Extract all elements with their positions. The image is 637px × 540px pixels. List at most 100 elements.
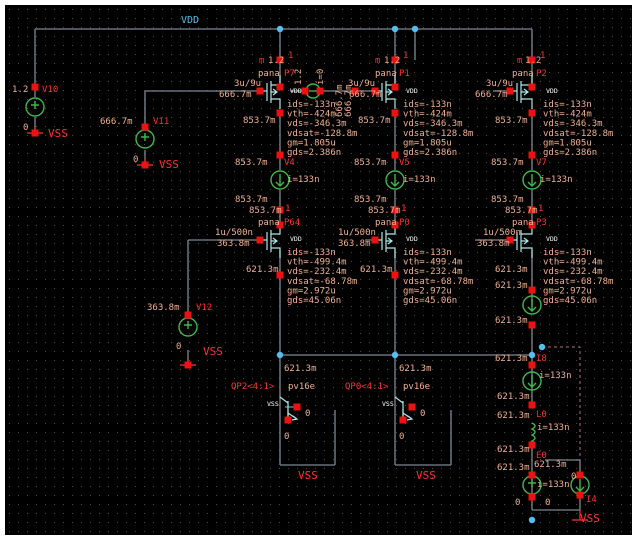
pin-46[interactable] <box>408 403 416 411</box>
p1-mval: 1.2 <box>384 56 400 66</box>
p2-model: pana <box>512 69 534 79</box>
pin-2[interactable] <box>141 123 149 131</box>
pin-44[interactable] <box>293 403 301 411</box>
pin-7[interactable] <box>276 83 284 91</box>
junction-dot-3 <box>276 351 284 359</box>
pin-26[interactable] <box>528 286 536 294</box>
op-p2-line-5: gds=2.386n <box>543 148 597 158</box>
pin-45[interactable] <box>284 416 292 424</box>
p2-vg: 666.7m <box>475 90 508 100</box>
p0-vg: 363.8m <box>338 239 371 249</box>
l0-current: i=133n <box>537 423 570 433</box>
junction-dot-2 <box>411 25 419 33</box>
pin-21[interactable] <box>528 83 536 91</box>
op-p0-line-4: gm=2.972u <box>403 286 452 296</box>
p7-model: pana <box>258 69 280 79</box>
op-p7-line-1: vth=-424m <box>287 110 336 120</box>
op-p0-line-1: vth=-499.4m <box>403 258 463 268</box>
op-p0-line-3: vdsat=-68.78m <box>403 277 473 287</box>
v12-name: V12 <box>196 303 212 313</box>
bus-v-b: 621.3m <box>495 354 528 364</box>
qp0-model: pv16e <box>403 382 430 392</box>
pin-15[interactable] <box>391 109 399 117</box>
p2-name: P2 <box>536 69 547 79</box>
e0-neg: 0 <box>515 498 520 508</box>
p7-vg: 666.7m <box>219 90 252 100</box>
op-p3-line-4: gm=2.972u <box>543 286 592 296</box>
junction-dot-6 <box>538 343 546 351</box>
p64-wl: 1u/500n <box>215 228 253 238</box>
pin-22[interactable] <box>528 109 536 117</box>
pin-1[interactable] <box>31 129 39 137</box>
pin-29[interactable] <box>316 87 324 95</box>
pin-19[interactable] <box>391 271 399 279</box>
pin-3[interactable] <box>141 161 149 169</box>
op-p1-line-4: gm=1.805u <box>403 138 452 148</box>
qp0-base-v: 621.3m <box>399 364 432 374</box>
p3-wl: 1u/500n <box>483 228 521 238</box>
pin-9[interactable] <box>276 151 284 159</box>
pin-27[interactable] <box>528 321 536 329</box>
qp2-zero-a: 0 <box>305 409 310 419</box>
pin-4[interactable] <box>184 311 192 319</box>
i4-vss: VSS <box>580 512 600 525</box>
p3-count: 1 <box>538 204 543 214</box>
pin-8[interactable] <box>276 109 284 117</box>
pin-5[interactable] <box>184 361 192 369</box>
op-p2-line-2: vds=-346.3m <box>543 119 603 129</box>
p64-count: 1 <box>285 204 290 214</box>
l0-v-top: 621.3m <box>497 392 530 402</box>
pin-23[interactable] <box>528 151 536 159</box>
op-p2-line-1: vth=-424m <box>543 110 592 120</box>
p1-vs: 853.7m <box>354 158 387 168</box>
i8-name: I8 <box>536 354 547 364</box>
op-p2-line-3: vdsat=-128.8m <box>543 129 613 139</box>
p64-vd-top: 853.7m <box>235 195 268 205</box>
qp2-vss: VSS <box>267 400 279 408</box>
p0-model: pana <box>375 218 397 228</box>
op-p64-line-2: vds=-232.4m <box>287 267 347 277</box>
pin-47[interactable] <box>399 416 407 424</box>
p7-m: m <box>259 56 264 66</box>
pin-14[interactable] <box>391 83 399 91</box>
p0-wl: 1u/500n <box>338 228 376 238</box>
op-p2-line-4: gm=1.805u <box>543 138 592 148</box>
op-p64-line-5: gds=45.06n <box>287 296 341 306</box>
v10-neg: 0 <box>23 123 28 133</box>
op-p1-line-5: gds=2.386n <box>403 148 457 158</box>
p3-model: pana <box>512 218 534 228</box>
p2-wl: 3u/9u <box>486 79 513 89</box>
p2-mval: 1.2 <box>525 56 541 66</box>
net-vdd-label: VDD <box>181 15 199 26</box>
pin-38[interactable] <box>528 401 536 409</box>
p3-name: P3 <box>536 218 547 228</box>
v11-neg: 0 <box>133 155 138 165</box>
op-p3-line-5: gds=45.06n <box>543 296 597 306</box>
op-p2-line-0: ids=-133n <box>543 100 592 110</box>
pin-41[interactable] <box>528 493 536 501</box>
op-p1-line-1: vth=-424m <box>403 110 452 120</box>
body-label-p64: VDD <box>290 235 302 243</box>
i4-value: 0 <box>571 472 576 482</box>
qp0-zero-b: 0 <box>399 432 404 442</box>
p1-count: 1 <box>403 51 408 61</box>
pin-34[interactable] <box>256 236 264 244</box>
pin-37[interactable] <box>528 361 536 369</box>
v10-vss: VSS <box>48 127 68 140</box>
i-p1-name: V5 <box>399 158 410 168</box>
p2-count: 1 <box>540 51 545 61</box>
pin-43[interactable] <box>576 491 584 499</box>
op-p64-line-3: vdsat=-68.78m <box>287 277 357 287</box>
op-p7-line-0: ids=-133n <box>287 100 336 110</box>
p7-wl: 3u/9u <box>234 79 261 89</box>
op-p3-line-3: vdsat=-68.78m <box>543 277 613 287</box>
v12-neg: 0 <box>176 342 181 352</box>
pin-42[interactable] <box>576 471 584 479</box>
p7-vs: 853.7m <box>235 158 268 168</box>
pin-40[interactable] <box>528 471 536 479</box>
pin-16[interactable] <box>391 151 399 159</box>
schematic-canvas[interactable]: VDD 1.2 V10 0 VSS 666.7m V11 0 VSS 363.8… <box>5 5 632 535</box>
pin-0[interactable] <box>31 83 39 91</box>
pin-28[interactable] <box>301 87 309 95</box>
pin-39[interactable] <box>528 441 536 449</box>
